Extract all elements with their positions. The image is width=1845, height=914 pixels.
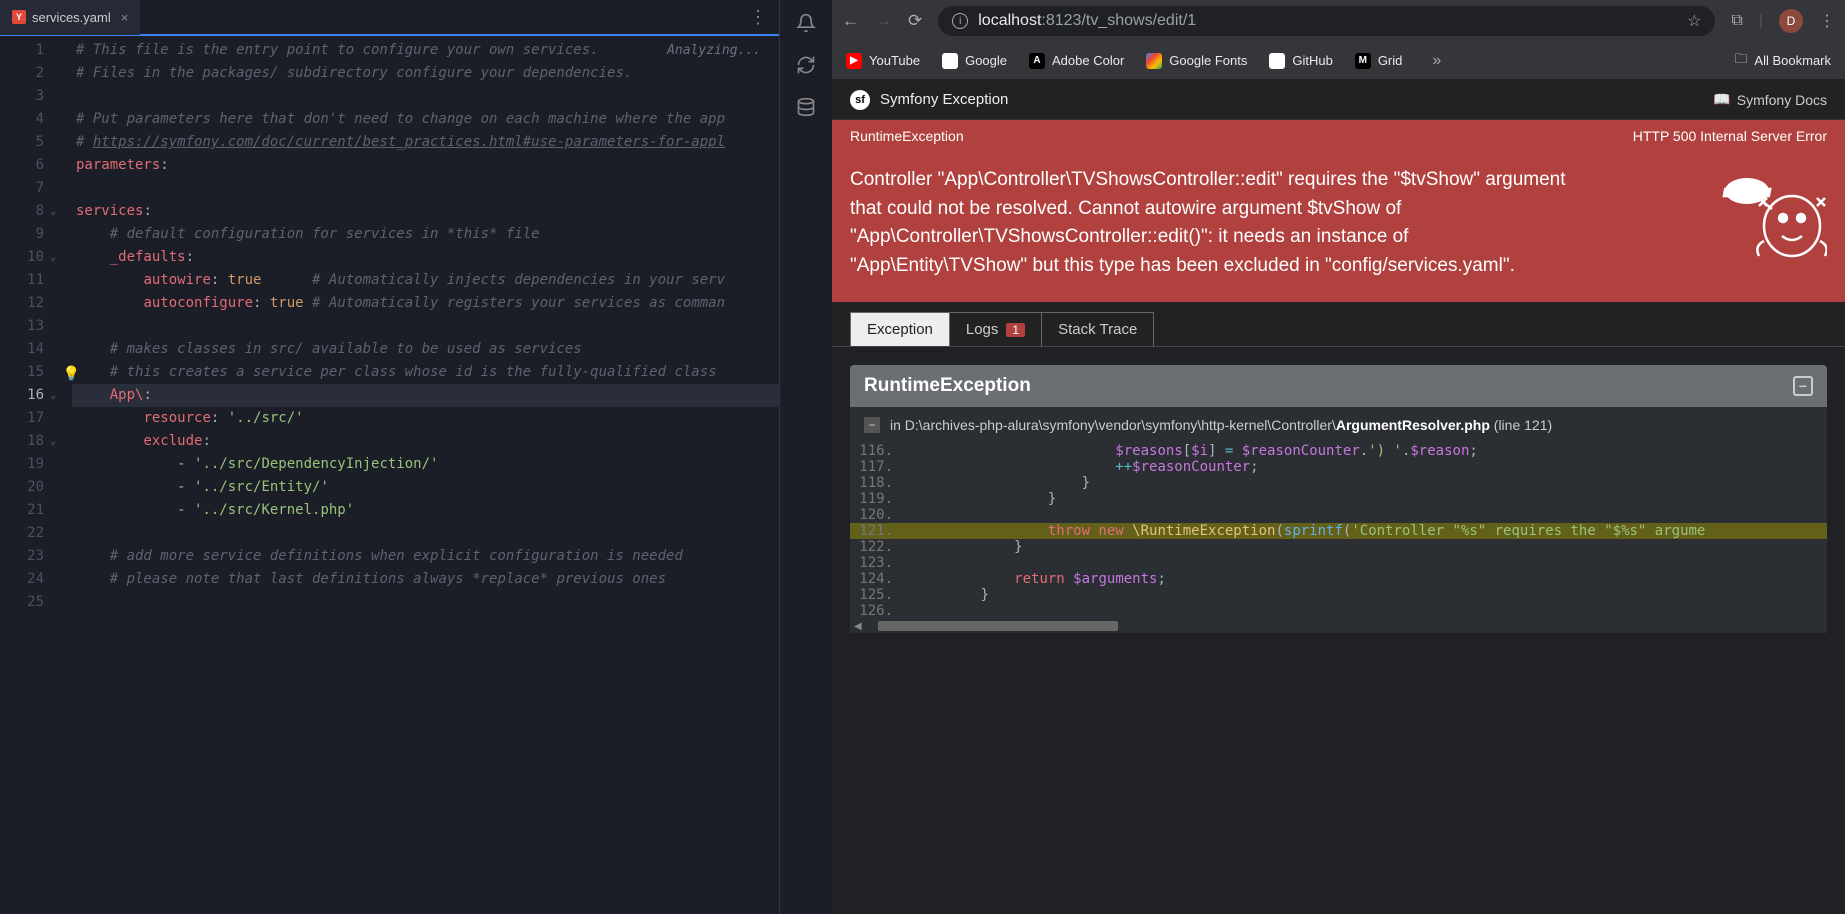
bookmark-star-icon[interactable]: ☆ [1687,11,1701,31]
url-path: :8123/tv_shows/edit/1 [1041,12,1196,29]
bookmark-label: Google [965,53,1007,68]
bookmark-item[interactable]: ○ GitHub [1269,53,1332,69]
all-bookmarks-button[interactable]: 🗀All Bookmark [1734,50,1831,72]
bookmark-item[interactable]: ▶ YouTube [846,53,920,69]
editor-tab-actions[interactable]: ⋮ [737,7,779,28]
fold-column [52,36,72,914]
divider: | [1759,12,1763,30]
error-banner: RuntimeException HTTP 500 Internal Serve… [832,120,1845,152]
bookmark-label: Adobe Color [1052,53,1124,68]
bookmark-item[interactable]: G Google [942,53,1007,69]
close-tab-icon[interactable]: × [121,10,129,25]
bookmark-item[interactable]: A Adobe Color [1029,53,1124,69]
line-number-gutter: 12345678⌄910⌄1112131415💡16⌄1718⌄19202122… [0,36,52,914]
bookmark-label: YouTube [869,53,920,68]
exception-title-bar: RuntimeException − [850,365,1827,407]
exception-title: RuntimeException [864,375,1031,397]
trace-file-path: in D:\archives-php-alura\symfony\vendor\… [890,417,1552,433]
editor-pane: Y services.yaml × ⋮ Analyzing... 1234567… [0,0,780,914]
collapse-trace-icon[interactable]: − [864,417,880,433]
symfony-header: sf Symfony Exception 📖 Symfony Docs [832,80,1845,120]
symfony-docs-label: Symfony Docs [1737,92,1827,108]
error-message: Controller "App\Controller\TVShowsContro… [850,166,1570,280]
yaml-file-icon: Y [12,10,26,24]
database-icon[interactable] [795,96,817,118]
tab-logs[interactable]: Logs 1 [950,312,1042,346]
symfony-logo-icon: sf [850,90,870,110]
bookmarks-overflow-icon[interactable]: » [1432,52,1441,70]
trace-file-row[interactable]: − in D:\archives-php-alura\symfony\vendo… [850,407,1827,443]
browser-menu-icon[interactable]: ⋮ [1819,11,1835,31]
exception-class: RuntimeException [850,128,964,144]
url-host: localhost [978,12,1041,29]
bookmark-label: Google Fonts [1169,53,1247,68]
bookmark-favicon: ○ [1269,53,1285,69]
profile-avatar[interactable]: D [1779,9,1803,33]
bookmark-item[interactable]: M Grid [1355,53,1403,69]
horizontal-scrollbar[interactable]: ◀ [850,619,1827,633]
tab-stack-trace[interactable]: Stack Trace [1042,312,1154,346]
trace-code-block: 116. $reasons[$i] = $reasonCounter.') '.… [850,443,1827,619]
tab-logs-label: Logs [966,321,999,338]
site-info-icon[interactable]: i [952,13,968,29]
notifications-icon[interactable] [795,12,817,34]
folder-icon: 🗀 [1734,50,1747,72]
symfony-docs-link[interactable]: 📖 Symfony Docs [1713,91,1827,108]
editor-tab-bar: Y services.yaml × ⋮ [0,0,779,36]
bookmarks-bar: ▶ YouTube G Google A Adobe Color Google Fonts ○… [832,42,1845,80]
scrollbar-thumb[interactable] [878,621,1118,631]
tool-sidebar [780,0,832,914]
bookmark-favicon: ▶ [846,53,862,69]
forward-button[interactable]: → [875,11,892,31]
code-content[interactable]: # This file is the entry point to config… [72,36,779,914]
bookmark-favicon [1146,53,1162,69]
exception-content: RuntimeException − − in D:\archives-php-… [832,347,1845,651]
address-bar[interactable]: i localhost:8123/tv_shows/edit/1 ☆ [938,6,1715,36]
editor-tab[interactable]: Y services.yaml × [0,0,140,35]
exception-tabs: Exception Logs 1 Stack Trace [832,302,1845,347]
sync-icon[interactable] [795,54,817,76]
reload-button[interactable]: ⟳ [908,11,922,31]
http-status: HTTP 500 Internal Server Error [1633,128,1827,144]
browser-toolbar: ← → ⟳ i localhost:8123/tv_shows/edit/1 ☆… [832,0,1845,42]
scroll-left-icon[interactable]: ◀ [854,621,862,632]
extensions-icon[interactable]: ⧉ [1731,12,1742,30]
logs-count-badge: 1 [1006,323,1025,337]
ghost-mascot-icon: Exception! [1707,166,1827,280]
analyzing-status: Analyzing... [667,39,761,62]
bookmark-label: Grid [1378,53,1403,68]
back-button[interactable]: ← [842,11,859,31]
bookmark-favicon: M [1355,53,1371,69]
bookmark-favicon: A [1029,53,1045,69]
symfony-header-title: Symfony Exception [880,91,1008,108]
bookmark-favicon: G [942,53,958,69]
bookmark-label: GitHub [1292,53,1332,68]
bookmark-item[interactable]: Google Fonts [1146,53,1247,69]
editor-area[interactable]: Analyzing... 12345678⌄910⌄1112131415💡16⌄… [0,36,779,914]
error-message-block: Controller "App\Controller\TVShowsContro… [832,152,1845,302]
browser-pane: ← → ⟳ i localhost:8123/tv_shows/edit/1 ☆… [832,0,1845,914]
collapse-icon[interactable]: − [1793,376,1813,396]
tab-exception[interactable]: Exception [850,312,950,346]
editor-tab-filename: services.yaml [32,10,111,25]
book-icon: 📖 [1713,91,1730,108]
svg-text:Exception!: Exception! [1724,188,1771,199]
